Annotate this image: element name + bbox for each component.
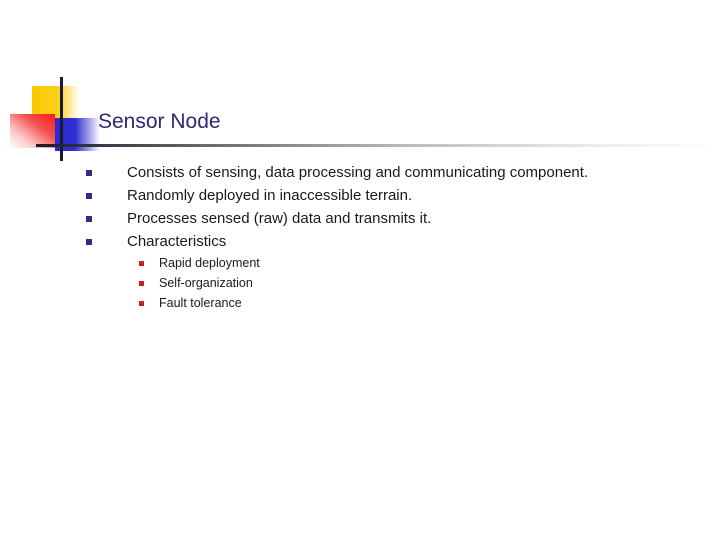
yellow-square-decoration (32, 86, 80, 122)
square-bullet-icon (86, 170, 92, 176)
square-sub-bullet-icon (139, 261, 144, 266)
square-sub-bullet-icon (139, 281, 144, 286)
square-bullet-icon (86, 239, 92, 245)
red-square-decoration (10, 114, 55, 148)
square-sub-bullet-icon (139, 301, 144, 306)
vertical-rule-decoration (60, 77, 63, 161)
bullet-text: Randomly deployed in inaccessible terrai… (127, 187, 413, 204)
title-decoration (0, 0, 720, 540)
slide: Sensor Node Consists of sensing, data pr… (0, 0, 720, 540)
title-underline-rule (36, 144, 720, 147)
bullet-text: Characteristics (127, 233, 227, 250)
slide-title: Sensor Node (98, 110, 221, 133)
sub-bullet-text: Fault tolerance (159, 296, 242, 310)
sub-bullet-text: Rapid deployment (159, 256, 260, 270)
bullet-text: Processes sensed (raw) data and transmit… (127, 210, 432, 227)
bullet-text: Consists of sensing, data processing and… (127, 164, 589, 181)
blue-square-decoration (55, 118, 100, 151)
square-bullet-icon (86, 193, 92, 199)
square-bullet-icon (86, 216, 92, 222)
sub-bullet-text: Self-organization (159, 276, 253, 290)
